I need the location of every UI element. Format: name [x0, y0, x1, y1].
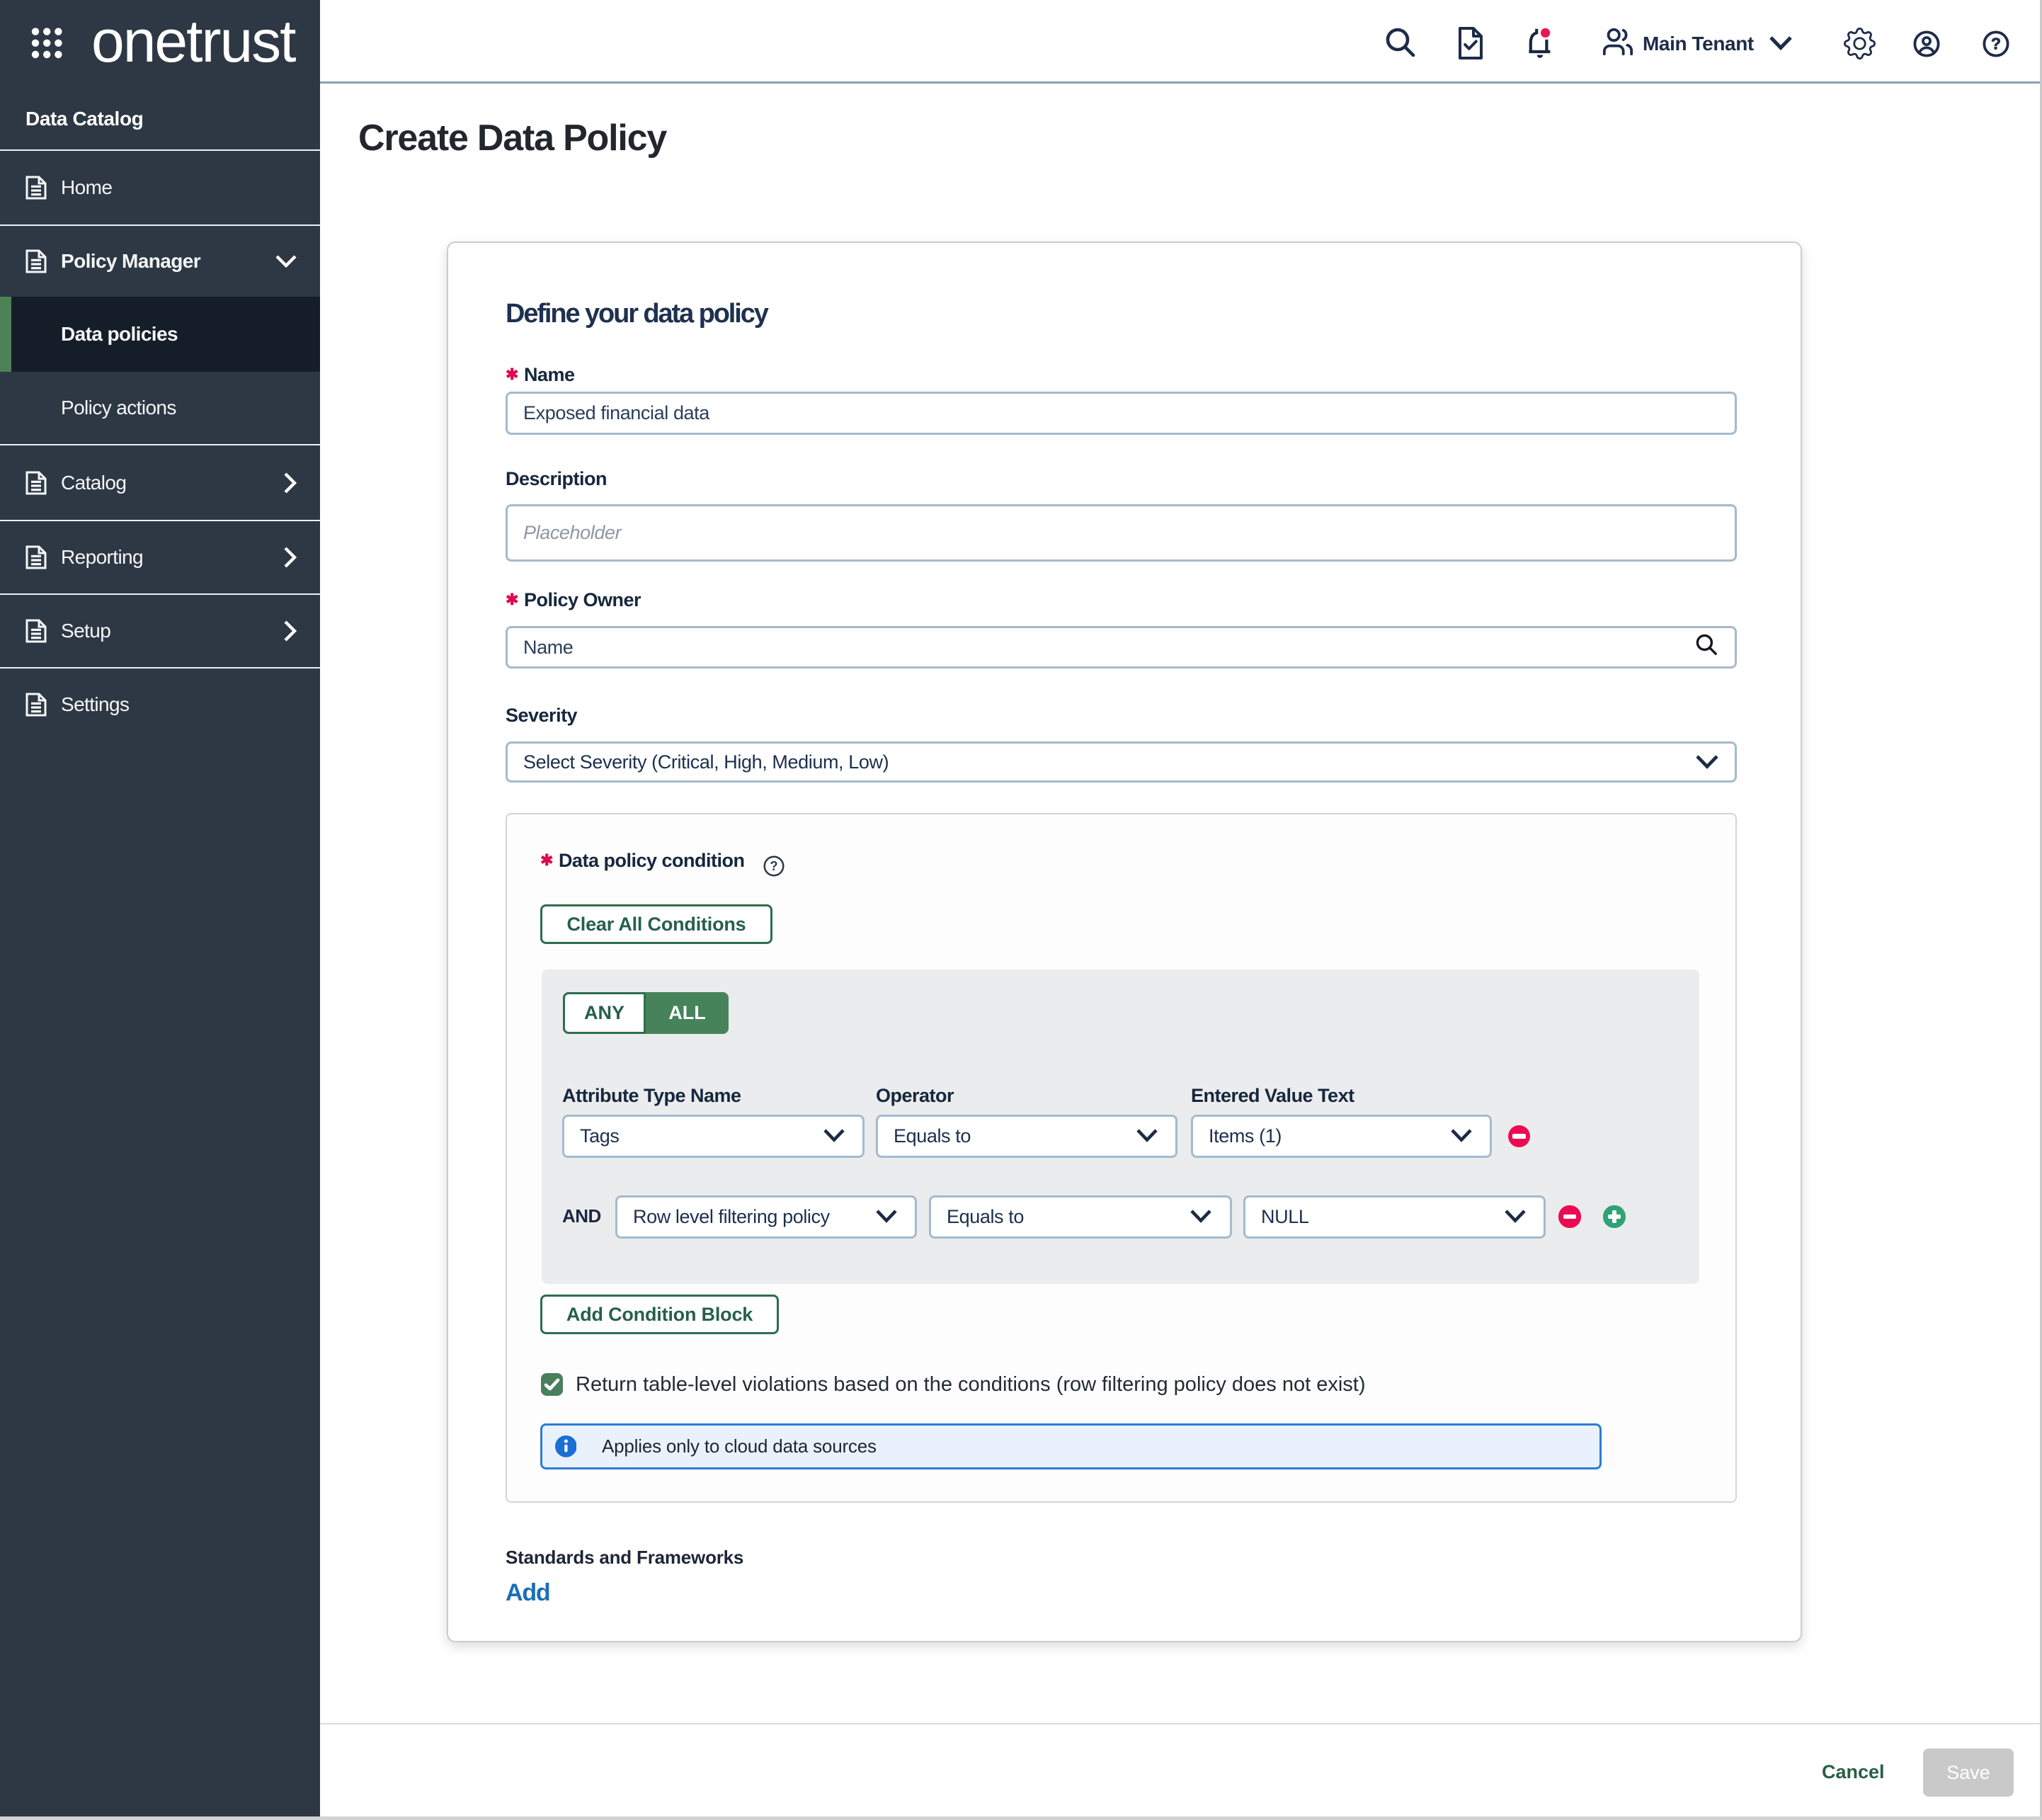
- svg-text:?: ?: [770, 859, 777, 873]
- svg-text:?: ?: [1991, 35, 2001, 53]
